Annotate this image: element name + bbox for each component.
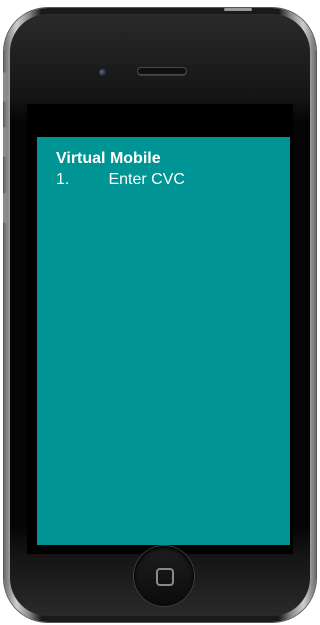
step-label: Enter CVC (108, 171, 185, 188)
screen-title: Virtual Mobile (56, 150, 161, 167)
volume-up-button[interactable] (3, 127, 7, 157)
earpiece-speaker-icon (137, 67, 187, 75)
volume-down-button[interactable] (3, 193, 7, 223)
mute-switch[interactable] (3, 72, 7, 102)
home-square-icon (156, 568, 174, 586)
app-screen[interactable]: Virtual Mobile 1. Enter CVC (37, 137, 290, 545)
step-number: 1. (56, 171, 70, 188)
front-camera-icon (99, 69, 106, 76)
list-item-step-1[interactable]: 1. Enter CVC (56, 171, 185, 189)
home-button[interactable] (134, 546, 194, 606)
power-button[interactable] (224, 8, 252, 11)
